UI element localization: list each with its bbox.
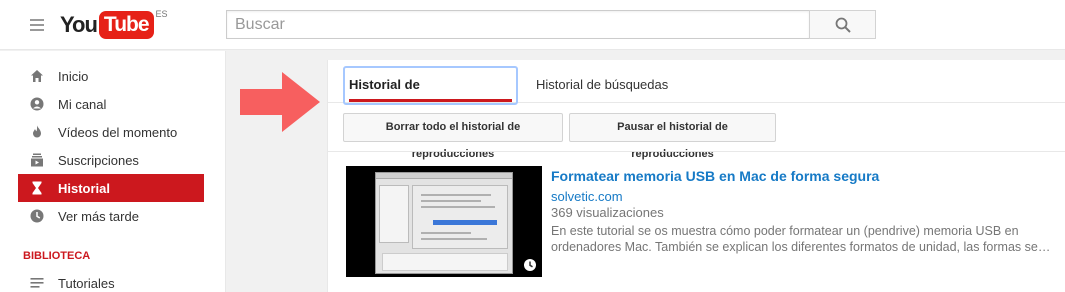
view-count: 369 visualizaciones xyxy=(551,205,664,220)
watch-later-button[interactable] xyxy=(520,255,540,275)
tab-label: Historial de búsquedas xyxy=(536,77,669,92)
sidebar-item-suscripciones[interactable]: Suscripciones xyxy=(18,146,204,174)
sidebar-item-label: Historial xyxy=(58,180,111,196)
channel-link[interactable]: solvetic.com xyxy=(551,189,623,204)
video-title-link[interactable]: Formatear memoria USB en Mac de forma se… xyxy=(551,168,879,184)
tab-historial-de-reproducciones[interactable]: Historial de reproducciones xyxy=(343,66,518,128)
playlist-icon xyxy=(30,276,44,290)
sidebar-item-label: Ver más tarde xyxy=(58,208,139,224)
history-tabs: Historial de reproducciones Historial de… xyxy=(328,60,1065,128)
sidebar-item-label: Inicio xyxy=(58,68,89,84)
youtube-logo[interactable]: You Tube ES xyxy=(60,9,168,41)
logo-tube-text: Tube xyxy=(98,11,154,39)
guide-sidebar: Inicio Mi canal Vídeos del momento Suscr… xyxy=(0,51,226,292)
thumbnail-image xyxy=(375,172,513,274)
description-line: En este tutorial se os muestra cómo pode… xyxy=(551,224,1019,238)
active-tab-indicator xyxy=(349,99,512,102)
sidebar-item-label: Mi canal xyxy=(58,96,107,112)
sidebar-item-label: Suscripciones xyxy=(58,152,139,168)
description-line: ordenadores Mac. También se explican los… xyxy=(551,240,1056,254)
sidebar-item-label: Tutoriales xyxy=(58,275,115,291)
sidebar-item-label: Vídeos del momento xyxy=(58,124,178,140)
video-thumbnail[interactable] xyxy=(346,166,542,277)
logo-country-code: ES xyxy=(155,9,168,19)
divider xyxy=(328,151,1065,152)
tab-historial-de-busquedas[interactable]: Historial de búsquedas xyxy=(531,67,673,104)
flame-icon xyxy=(30,125,44,139)
annotation-arrow-icon xyxy=(240,72,320,132)
search-box xyxy=(226,10,809,39)
sidebar-item-inicio[interactable]: Inicio xyxy=(18,62,204,90)
library-section-title: BIBLIOTECA xyxy=(23,250,91,262)
clear-watch-history-button[interactable]: Borrar todo el historial de reproduccion… xyxy=(343,113,563,160)
video-description: En este tutorial se os muestra cómo pode… xyxy=(551,223,1056,255)
sidebar-item-tutoriales[interactable]: Tutoriales xyxy=(18,269,204,292)
sidebar-item-videos-del-momento[interactable]: Vídeos del momento xyxy=(18,118,204,146)
pause-watch-history-button[interactable]: Pausar el historial de reproducciones xyxy=(569,113,776,160)
hamburger-menu-icon[interactable] xyxy=(28,15,46,33)
home-icon xyxy=(30,69,44,83)
search-button[interactable] xyxy=(809,10,876,39)
sidebar-item-mi-canal[interactable]: Mi canal xyxy=(18,90,204,118)
account-icon xyxy=(30,97,44,111)
search-icon xyxy=(835,17,851,33)
search-input[interactable] xyxy=(227,11,809,38)
masthead: You Tube ES xyxy=(0,0,1065,50)
history-panel: Historial de reproducciones Historial de… xyxy=(327,60,1065,292)
sidebar-item-ver-mas-tarde[interactable]: Ver más tarde xyxy=(18,202,204,230)
video-list-item: Formatear memoria USB en Mac de forma se… xyxy=(346,166,1065,278)
hourglass-icon xyxy=(30,181,44,195)
logo-you-text: You xyxy=(60,12,98,37)
clock-icon xyxy=(524,259,536,271)
sidebar-item-historial[interactable]: Historial xyxy=(18,174,204,202)
subscriptions-icon xyxy=(30,153,44,167)
clock-icon xyxy=(30,209,44,223)
